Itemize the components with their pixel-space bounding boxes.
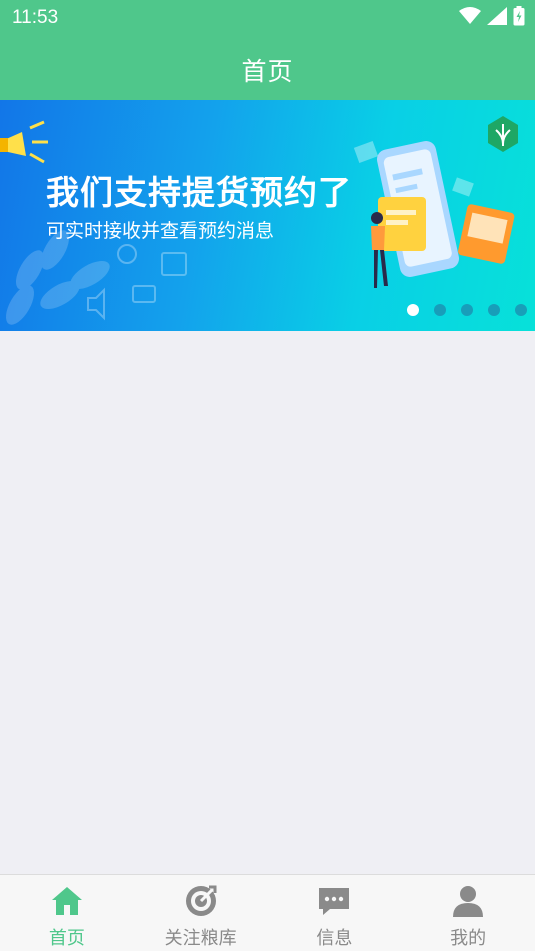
carousel-indicator[interactable]	[407, 304, 527, 316]
promo-banner[interactable]: 我们支持提货预约了 可实时接收并查看预约消息	[0, 100, 535, 331]
banner-title: 我们支持提货预约了	[46, 173, 352, 212]
battery-icon	[513, 6, 525, 26]
message-icon	[319, 888, 350, 915]
tab-label: 关注粮库	[164, 928, 237, 949]
carousel-dot[interactable]	[461, 304, 473, 316]
tab-label: 我的	[450, 928, 487, 949]
tab-target[interactable]: 关注粮库	[134, 875, 268, 951]
megaphone-icon	[0, 120, 48, 164]
target-icon	[185, 885, 217, 916]
app-header: 首页	[0, 36, 535, 100]
brand-logo-icon	[488, 116, 518, 152]
tab-message[interactable]: 信息	[268, 875, 402, 951]
page-title: 首页	[241, 57, 294, 86]
archive-decor-icon	[161, 252, 187, 276]
home-icon	[51, 887, 82, 915]
carousel-dot[interactable]	[434, 304, 446, 316]
orange-card-icon	[458, 204, 515, 264]
bottom-tab-bar: 首页 关注粮库 信息 我的	[0, 874, 535, 951]
chat-decor-icon	[132, 285, 156, 303]
tab-home[interactable]: 首页	[0, 875, 134, 951]
wifi-icon	[459, 7, 481, 24]
status-bar: 11:53	[0, 0, 535, 36]
tab-label: 信息	[316, 928, 353, 949]
user-icon	[453, 886, 484, 917]
carousel-dot[interactable]	[515, 304, 527, 316]
carousel-dot[interactable]	[407, 304, 419, 316]
speaker-decor-icon	[87, 287, 105, 321]
signal-icon	[487, 7, 507, 25]
search-decor-icon	[117, 244, 137, 264]
carousel-dot[interactable]	[488, 304, 500, 316]
status-time: 11:53	[12, 7, 59, 28]
tab-user[interactable]: 我的	[401, 875, 535, 951]
tab-label: 首页	[48, 928, 85, 949]
banner-subtitle: 可实时接收并查看预约消息	[46, 220, 275, 242]
